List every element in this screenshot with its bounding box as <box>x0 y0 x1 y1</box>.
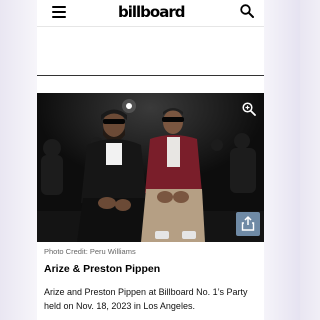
photo-caption: Arize and Preston Pippen at Billboard No… <box>44 287 248 311</box>
site-header: billboard <box>37 0 264 27</box>
photo-image <box>37 93 264 242</box>
zoom-in-icon[interactable] <box>242 102 256 116</box>
article-page: billboard Photo Credit: Peru Williams Ar… <box>37 0 264 320</box>
search-icon[interactable] <box>240 4 254 18</box>
gallery-photo[interactable] <box>37 93 264 242</box>
site-logo[interactable]: billboard <box>118 2 185 22</box>
section-divider <box>37 75 264 76</box>
hamburger-menu-icon[interactable] <box>52 6 66 18</box>
ad-slot <box>37 27 264 79</box>
photo-title: Arize & Preston Pippen <box>44 263 161 275</box>
share-button[interactable] <box>236 212 260 236</box>
photo-credit: Photo Credit: Peru Williams <box>44 247 136 256</box>
share-icon <box>241 216 255 231</box>
